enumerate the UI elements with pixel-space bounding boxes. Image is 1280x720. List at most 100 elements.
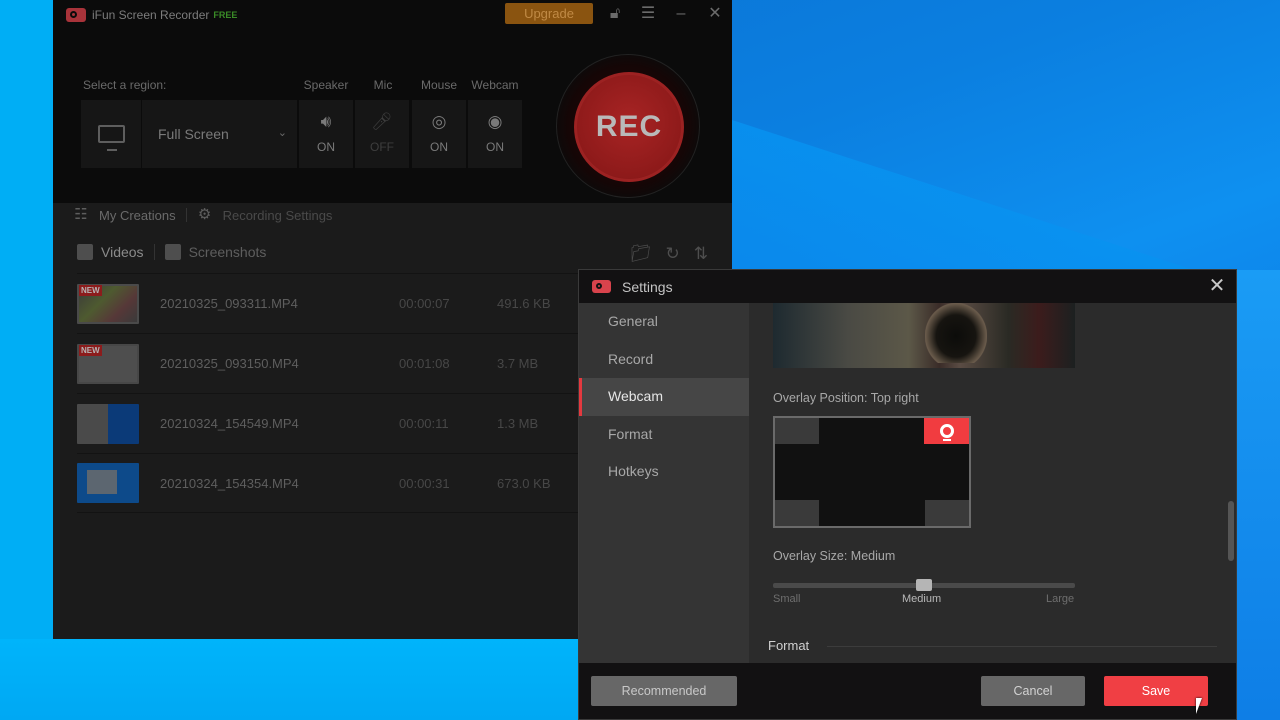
settings-dialog: Settings ✕ General Record Webcam Format … bbox=[578, 269, 1237, 720]
monitor-icon bbox=[97, 125, 125, 151]
nav-recording-settings[interactable]: ⚙ Recording Settings bbox=[197, 206, 333, 224]
tab-screenshots-label: Screenshots bbox=[188, 244, 267, 260]
position-top-right[interactable] bbox=[924, 418, 969, 444]
app-logo-icon bbox=[66, 8, 86, 22]
sidebar-item-webcam[interactable]: Webcam bbox=[579, 378, 749, 416]
recording-controls: Select a region: Speaker Mic Mouse Webca… bbox=[53, 30, 732, 203]
new-badge: NEW bbox=[79, 344, 102, 356]
overlay-size-slider[interactable] bbox=[773, 579, 1075, 591]
overlay-size-label: Overlay Size: Medium bbox=[773, 549, 896, 563]
file-duration: 00:00:11 bbox=[399, 416, 449, 431]
file-size: 491.6 KB bbox=[497, 296, 551, 311]
wallpaper-light-beam bbox=[1236, 270, 1280, 720]
sidebar-item-general[interactable]: General bbox=[579, 303, 749, 341]
nav-my-creations-label: My Creations bbox=[99, 207, 176, 223]
webcam-icon: ◉ bbox=[487, 112, 503, 131]
file-duration: 00:01:08 bbox=[399, 356, 450, 371]
speaker-icon: 🔊︎ bbox=[320, 112, 332, 131]
format-section-title: Format bbox=[768, 638, 810, 653]
file-size: 1.3 MB bbox=[497, 416, 539, 431]
file-duration: 00:00:07 bbox=[399, 296, 450, 311]
list-actions: 📁︎ ↻ ⇅ bbox=[630, 244, 708, 264]
position-bottom-right[interactable] bbox=[925, 500, 969, 526]
cancel-button[interactable]: Cancel bbox=[981, 676, 1085, 706]
sidebar-item-format[interactable]: Format bbox=[579, 416, 749, 454]
file-size: 3.7 MB bbox=[497, 356, 539, 371]
sidebar-item-record[interactable]: Record bbox=[579, 341, 749, 379]
region-selector: Full Screen ⌄ bbox=[81, 100, 297, 168]
tab-videos-label: Videos bbox=[101, 244, 144, 260]
mic-state: OFF bbox=[370, 140, 394, 154]
overlay-position-picker bbox=[773, 416, 971, 528]
select-region-label: Select a region: bbox=[83, 78, 167, 92]
section-divider bbox=[827, 646, 1217, 647]
app-logo-icon bbox=[592, 280, 611, 293]
speaker-label: Speaker bbox=[303, 78, 349, 92]
sort-icon[interactable]: ⇅ bbox=[694, 244, 708, 264]
region-monitor-button[interactable] bbox=[81, 100, 142, 168]
region-dropdown[interactable]: Full Screen ⌄ bbox=[142, 100, 297, 168]
size-option-medium[interactable]: Medium bbox=[902, 593, 941, 605]
size-option-large[interactable]: Large bbox=[1046, 593, 1074, 605]
position-top-left[interactable] bbox=[775, 418, 819, 444]
webcam-label: Webcam bbox=[471, 78, 519, 92]
settings-sidebar: General Record Webcam Format Hotkeys bbox=[579, 303, 749, 663]
save-button[interactable]: Save bbox=[1104, 676, 1208, 706]
mouse-state: ON bbox=[430, 140, 448, 154]
settings-footer: Recommended Cancel Save bbox=[579, 663, 1236, 719]
webcam-preview bbox=[773, 303, 1075, 368]
tab-divider bbox=[153, 244, 155, 260]
mouse-cursor-icon bbox=[1196, 698, 1202, 714]
settings-title: Settings bbox=[622, 278, 673, 295]
menu-icon[interactable]: ☰ bbox=[638, 4, 658, 24]
close-icon[interactable]: ✕ bbox=[705, 4, 725, 24]
webcam-preview-subject bbox=[925, 303, 987, 363]
webcam-state: ON bbox=[486, 140, 504, 154]
speaker-toggle[interactable]: 🔊︎ ON bbox=[299, 100, 353, 168]
file-name: 20210325_093150.MP4 bbox=[160, 356, 299, 371]
refresh-icon[interactable]: ↻ bbox=[666, 244, 680, 264]
sidebar-item-hotkeys[interactable]: Hotkeys bbox=[579, 453, 749, 491]
tab-screenshots[interactable]: Screenshots bbox=[164, 244, 267, 260]
video-thumbnail bbox=[77, 463, 139, 503]
folder-icon[interactable]: 📁︎ bbox=[630, 244, 652, 264]
speaker-state: ON bbox=[317, 140, 335, 154]
mic-label: Mic bbox=[373, 78, 393, 92]
settings-title-bar: Settings ✕ bbox=[579, 270, 1236, 303]
lock-icon[interactable]: 🔓︎ bbox=[605, 4, 625, 24]
slider-handle[interactable] bbox=[916, 579, 932, 591]
overlay-position-label: Overlay Position: Top right bbox=[773, 391, 919, 405]
settings-content: Overlay Position: Top right Overlay Size… bbox=[749, 303, 1236, 663]
position-bottom-left[interactable] bbox=[775, 500, 819, 526]
image-icon bbox=[164, 244, 181, 260]
video-thumbnail: NEW bbox=[77, 283, 139, 324]
edition-badge: FREE bbox=[213, 10, 238, 20]
webcam-toggle[interactable]: ◉ ON bbox=[468, 100, 522, 168]
settings-scrollbar[interactable] bbox=[1228, 501, 1234, 561]
mouse-label: Mouse bbox=[420, 78, 458, 92]
mouse-toggle[interactable]: ◎ ON bbox=[412, 100, 466, 168]
media-tabs: Videos Screenshots bbox=[77, 244, 266, 260]
wallpaper-bottom bbox=[0, 639, 580, 720]
mouse-click-icon: ◎ bbox=[431, 112, 447, 131]
gear-icon: ⚙ bbox=[197, 206, 212, 223]
recommended-button[interactable]: Recommended bbox=[591, 676, 737, 706]
rec-button[interactable]: REC bbox=[574, 72, 684, 182]
file-duration: 00:00:31 bbox=[399, 475, 450, 491]
creations-icon: ☷ bbox=[74, 206, 88, 223]
file-size: 673.0 KB bbox=[497, 475, 551, 491]
size-option-small[interactable]: Small bbox=[773, 593, 801, 605]
tab-videos[interactable]: Videos bbox=[77, 244, 144, 260]
file-name: 20210324_154549.MP4 bbox=[160, 416, 299, 431]
nav-my-creations[interactable]: ☷ My Creations bbox=[73, 206, 176, 224]
region-value: Full Screen bbox=[158, 126, 229, 142]
chevron-down-icon: ⌄ bbox=[277, 127, 287, 139]
video-thumbnail: NEW bbox=[77, 343, 139, 384]
upgrade-button[interactable]: Upgrade bbox=[505, 3, 593, 24]
close-icon[interactable]: ✕ bbox=[1206, 275, 1228, 297]
mic-toggle[interactable]: 🎤︎ OFF bbox=[355, 100, 409, 168]
file-name: 20210325_093311.MP4 bbox=[160, 296, 298, 311]
nav-divider bbox=[185, 208, 187, 222]
minimize-icon[interactable]: – bbox=[671, 4, 691, 24]
webcam-icon bbox=[939, 424, 954, 441]
